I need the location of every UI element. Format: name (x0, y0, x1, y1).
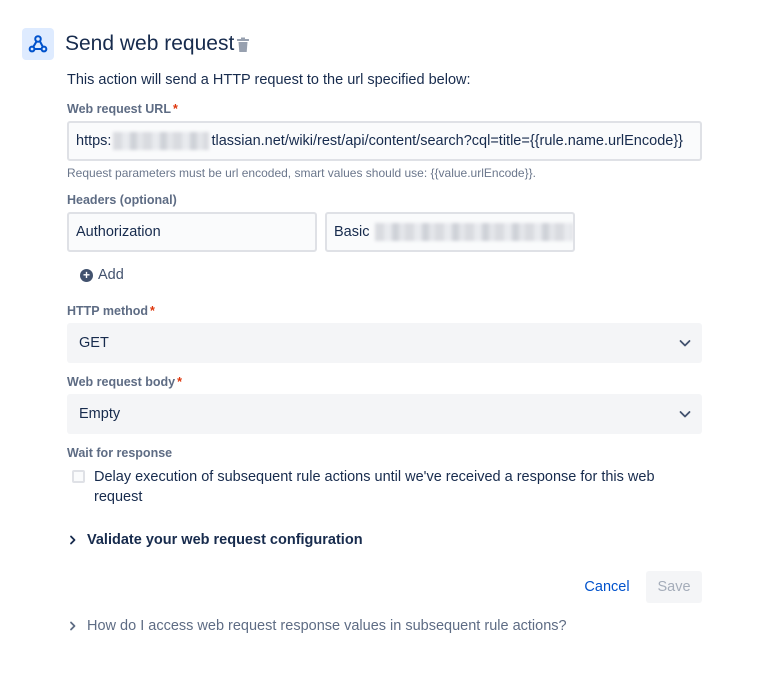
response-values-help-label: How do I access web request response val… (87, 618, 567, 634)
http-method-label: HTTP method * (67, 304, 155, 318)
validate-config-expander[interactable]: Validate your web request configuration (68, 532, 363, 548)
request-body-label: Web request body * (67, 375, 182, 389)
cancel-button[interactable]: Cancel (576, 571, 638, 603)
wait-label: Wait for response (67, 446, 173, 460)
chevron-down-icon (679, 340, 691, 347)
headers-label: Headers (optional) (67, 193, 177, 207)
url-input[interactable]: https: tlassian.net/wiki/rest/api/conten… (67, 121, 702, 161)
wait-checkbox-label[interactable]: Delay execution of subsequent rule actio… (94, 467, 684, 507)
add-header-button[interactable]: + Add (80, 267, 124, 283)
save-button[interactable]: Save (646, 571, 702, 603)
page-title: Send web request (65, 32, 235, 55)
plus-circle-icon: + (80, 268, 93, 282)
response-values-help-expander[interactable]: How do I access web request response val… (68, 618, 567, 634)
webhook-icon (22, 28, 54, 60)
url-value-prefix: https: (76, 133, 112, 149)
wait-checkbox[interactable] (72, 470, 85, 483)
http-method-value: GET (79, 335, 109, 351)
chevron-down-icon (679, 411, 691, 418)
url-label: Web request URL * (67, 102, 178, 116)
redacted-text (375, 223, 573, 241)
header-value-prefix: Basic (334, 224, 370, 240)
url-value-suffix: tlassian.net/wiki/rest/api/content/searc… (211, 133, 684, 149)
redacted-text (113, 132, 210, 150)
required-mark: * (150, 304, 155, 318)
header-name-input[interactable]: Authorization (67, 212, 317, 252)
add-header-label: Add (98, 267, 124, 283)
header-name-value: Authorization (76, 224, 161, 240)
chevron-right-icon (70, 535, 76, 545)
required-mark: * (177, 375, 182, 389)
trash-icon[interactable] (236, 37, 250, 53)
required-mark: * (172, 102, 178, 116)
request-body-value: Empty (79, 406, 121, 422)
validate-config-label: Validate your web request configuration (87, 532, 363, 548)
action-description: This action will send a HTTP request to … (67, 72, 471, 88)
chevron-right-icon (70, 621, 76, 631)
http-method-select[interactable]: GET (67, 323, 702, 363)
header-value-input[interactable]: Basic (325, 212, 575, 252)
url-hint: Request parameters must be url encoded, … (67, 166, 536, 180)
request-body-select[interactable]: Empty (67, 394, 702, 434)
